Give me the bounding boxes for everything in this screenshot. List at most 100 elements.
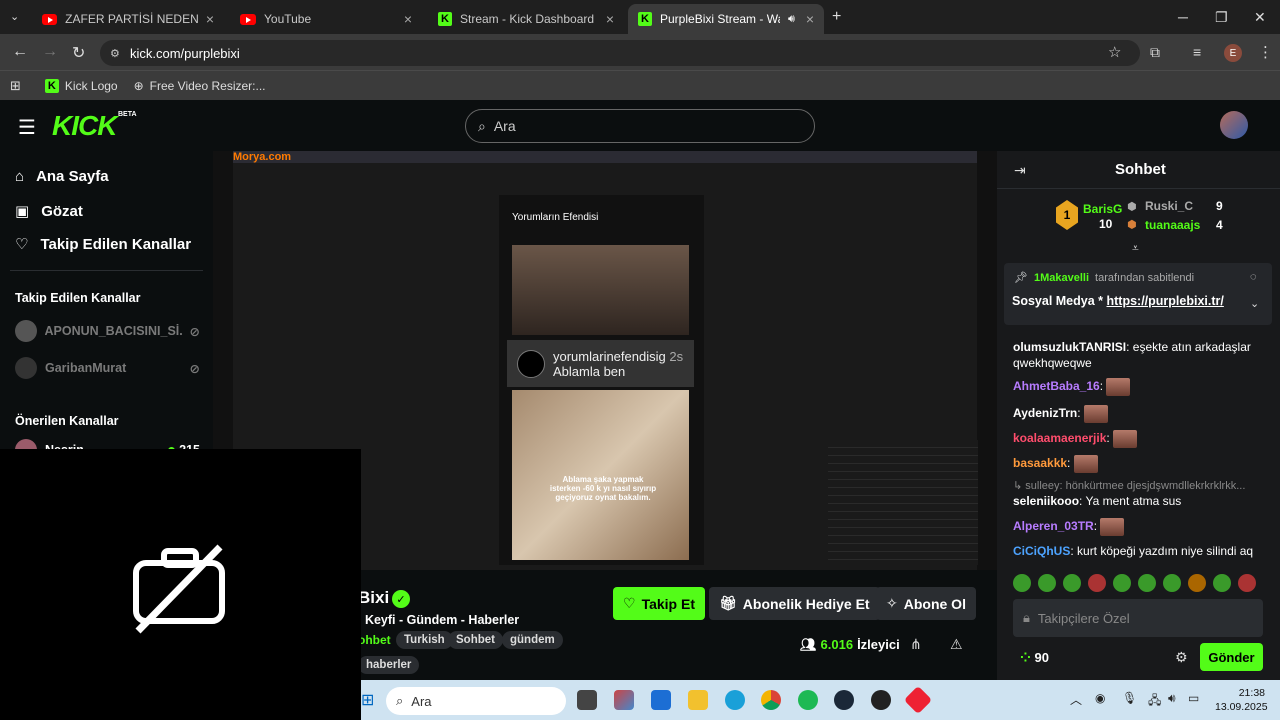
channel-points[interactable]: ⁘ 90 bbox=[1020, 650, 1049, 666]
emote-icon[interactable] bbox=[1188, 574, 1206, 592]
edge-icon[interactable] bbox=[725, 690, 745, 710]
chat-user[interactable]: koalaamaenerjik bbox=[1013, 431, 1106, 445]
report-icon[interactable]: ⚠ bbox=[950, 636, 963, 653]
chat-message[interactable]: Alperen_03TR: bbox=[1013, 518, 1268, 536]
tag[interactable]: gündem bbox=[502, 631, 563, 649]
nav-browse[interactable]: ▣ Gözat bbox=[15, 202, 83, 221]
hide-pin-icon[interactable]: ◌ bbox=[1250, 271, 1257, 283]
subscribe-button[interactable]: ✧ Abone Ol bbox=[876, 587, 976, 620]
profile-avatar[interactable]: E bbox=[1224, 44, 1242, 62]
collapse-chat-icon[interactable]: ⇥ bbox=[1014, 162, 1026, 179]
gift-sub-button[interactable]: 🎁︎ Abonelik Hediye Et bbox=[709, 587, 880, 620]
taskbar-clock[interactable]: 21:38 13.09.2025 bbox=[1215, 686, 1268, 714]
speaker-icon[interactable]: 🔊︎ bbox=[788, 13, 795, 26]
file-explorer-icon[interactable] bbox=[688, 690, 708, 710]
network-icon[interactable]: 🖧︎ bbox=[1148, 691, 1161, 712]
chat-reply-preview[interactable]: ↳ sulleey: hönkürtmee djesjdşwmdllekrkrk… bbox=[1013, 478, 1268, 494]
volume-icon[interactable]: 🔊︎ bbox=[1168, 691, 1176, 706]
chat-message[interactable]: olumsuzlukTANRISI: eşekte atın arkadaşla… bbox=[1013, 339, 1268, 371]
emote-icon[interactable] bbox=[1088, 574, 1106, 592]
browser-menu-icon[interactable]: ⋮ bbox=[1258, 43, 1273, 61]
chat-user[interactable]: CiCiQhUS bbox=[1013, 544, 1070, 558]
close-tab-icon[interactable]: × bbox=[206, 11, 214, 27]
channel-item[interactable]: APONUN_BACISINI_Sİ... ⊘ bbox=[15, 320, 200, 342]
leaderboard-user[interactable]: BarisG bbox=[1083, 202, 1122, 216]
close-tab-icon[interactable]: × bbox=[806, 11, 814, 27]
chat-message[interactable]: AydenizTrn: bbox=[1013, 405, 1268, 423]
chat-message[interactable]: koalaamaenerjik: bbox=[1013, 430, 1268, 448]
share-icon[interactable]: ⋔ bbox=[910, 636, 922, 653]
chat-message[interactable]: AhmetBaba_16: bbox=[1013, 378, 1268, 396]
chat-user[interactable]: AhmetBaba_16 bbox=[1013, 379, 1100, 393]
apps-grid-icon[interactable]: ⊞ bbox=[10, 78, 21, 94]
chrome-icon[interactable] bbox=[761, 690, 781, 710]
pinned-link[interactable]: https://purplebixi.tr/ bbox=[1107, 294, 1224, 308]
copilot-icon[interactable] bbox=[614, 690, 634, 710]
tag[interactable]: Sohbet bbox=[448, 631, 503, 649]
leaderboard-user[interactable]: tuanaaajs bbox=[1145, 218, 1200, 232]
chat-settings-icon[interactable]: ⚙ bbox=[1175, 649, 1188, 666]
expand-leaderboard-icon[interactable]: ⩡ bbox=[1132, 241, 1139, 256]
emote-icon[interactable] bbox=[1238, 574, 1256, 592]
chat-message[interactable]: basaakkk: bbox=[1013, 455, 1268, 473]
close-window-button[interactable]: ✕ bbox=[1254, 9, 1266, 26]
task-view-icon[interactable] bbox=[577, 690, 597, 710]
kick-logo[interactable]: KICK bbox=[52, 110, 117, 142]
media-control-icon[interactable]: ≡ bbox=[1193, 44, 1201, 60]
chat-user[interactable]: Alperen_03TR bbox=[1013, 519, 1094, 533]
emote-icon[interactable] bbox=[1163, 574, 1181, 592]
chat-message[interactable]: CiCiQhUS: kurt köpeği yazdım niye silind… bbox=[1013, 543, 1268, 559]
emote-icon[interactable] bbox=[1213, 574, 1231, 592]
maximize-button[interactable]: ❐ bbox=[1215, 9, 1228, 26]
streamer-name[interactable]: Bixi bbox=[358, 588, 389, 608]
store-icon[interactable] bbox=[651, 690, 671, 710]
chat-message[interactable]: seleniikooo: Ya ment atma sus bbox=[1013, 493, 1268, 509]
reload-button[interactable]: ↻ bbox=[72, 43, 85, 63]
nav-home[interactable]: ⌂ Ana Sayfa bbox=[15, 168, 109, 185]
emote-icon[interactable] bbox=[1038, 574, 1056, 592]
battery-icon[interactable]: ▭ bbox=[1188, 691, 1199, 705]
tag[interactable]: haberler bbox=[358, 656, 420, 674]
browser-tab[interactable]: ZAFER PARTİSİ NEDEN BAŞARIS × bbox=[32, 4, 224, 34]
browser-tab[interactable]: K Stream - Kick Dashboard × bbox=[428, 4, 624, 34]
send-button[interactable]: Gönder bbox=[1200, 643, 1263, 671]
follow-button[interactable]: ♡ Takip Et bbox=[613, 587, 705, 620]
bookmark-item[interactable]: K Kick Logo bbox=[44, 78, 118, 93]
chat-input[interactable]: 🔒︎ Takipçilere Özel bbox=[1013, 599, 1263, 637]
chevron-down-icon[interactable]: ⌄ bbox=[1250, 297, 1259, 310]
microphone-icon[interactable]: 🎙︎ bbox=[1122, 691, 1137, 705]
new-tab-button[interactable]: + bbox=[832, 8, 841, 26]
leaderboard-user[interactable]: Ruski_C bbox=[1145, 199, 1193, 213]
channel-item[interactable]: GaribanMurat ⊘ bbox=[15, 357, 200, 379]
bookmark-item[interactable]: ⊕ Free Video Resizer:... bbox=[134, 79, 266, 93]
address-bar[interactable]: ⚙ kick.com/purplebixi bbox=[100, 40, 1140, 66]
spotify-icon[interactable] bbox=[798, 690, 818, 710]
nav-following[interactable]: ♡ Takip Edilen Kanallar bbox=[15, 235, 191, 254]
search-input[interactable]: ⌕ Ara bbox=[465, 109, 815, 143]
chat-user[interactable]: seleniikooo bbox=[1013, 494, 1079, 508]
browser-tab-active[interactable]: K PurpleBixi Stream - Watch L 🔊︎ × bbox=[628, 4, 824, 34]
chat-user[interactable]: olumsuzlukTANRISI bbox=[1013, 340, 1126, 354]
bookmark-star-icon[interactable]: ☆ bbox=[1108, 43, 1121, 61]
hamburger-menu-icon[interactable]: ☰ bbox=[18, 115, 36, 140]
minimize-button[interactable]: ─ bbox=[1178, 9, 1188, 25]
extensions-icon[interactable]: ⧉ bbox=[1150, 44, 1160, 61]
obs-icon[interactable] bbox=[871, 690, 891, 710]
browser-tab[interactable]: YouTube × bbox=[230, 4, 422, 34]
back-button[interactable]: ← bbox=[12, 43, 28, 61]
chat-user[interactable]: basaakkk bbox=[1013, 456, 1067, 470]
emote-icon[interactable] bbox=[1138, 574, 1156, 592]
steam-icon[interactable] bbox=[834, 690, 854, 710]
emote-icon[interactable] bbox=[1113, 574, 1131, 592]
forward-button[interactable]: → bbox=[42, 43, 58, 61]
pinned-message[interactable]: 📌︎ 1Makavelli tarafından sabitlendi ◌ So… bbox=[1004, 263, 1272, 325]
close-tab-icon[interactable]: × bbox=[606, 11, 614, 27]
tray-app-icon[interactable]: ◉ bbox=[1095, 691, 1105, 705]
tab-search-icon[interactable]: ⌄ bbox=[10, 10, 19, 23]
taskbar-search[interactable]: ⌕ Ara bbox=[386, 687, 566, 715]
tag[interactable]: Turkish bbox=[396, 631, 453, 649]
tray-chevron-icon[interactable]: ︿ bbox=[1070, 691, 1082, 708]
chat-user[interactable]: AydenizTrn bbox=[1013, 406, 1077, 420]
site-info-icon[interactable]: ⚙ bbox=[110, 47, 120, 60]
close-tab-icon[interactable]: × bbox=[404, 11, 412, 27]
